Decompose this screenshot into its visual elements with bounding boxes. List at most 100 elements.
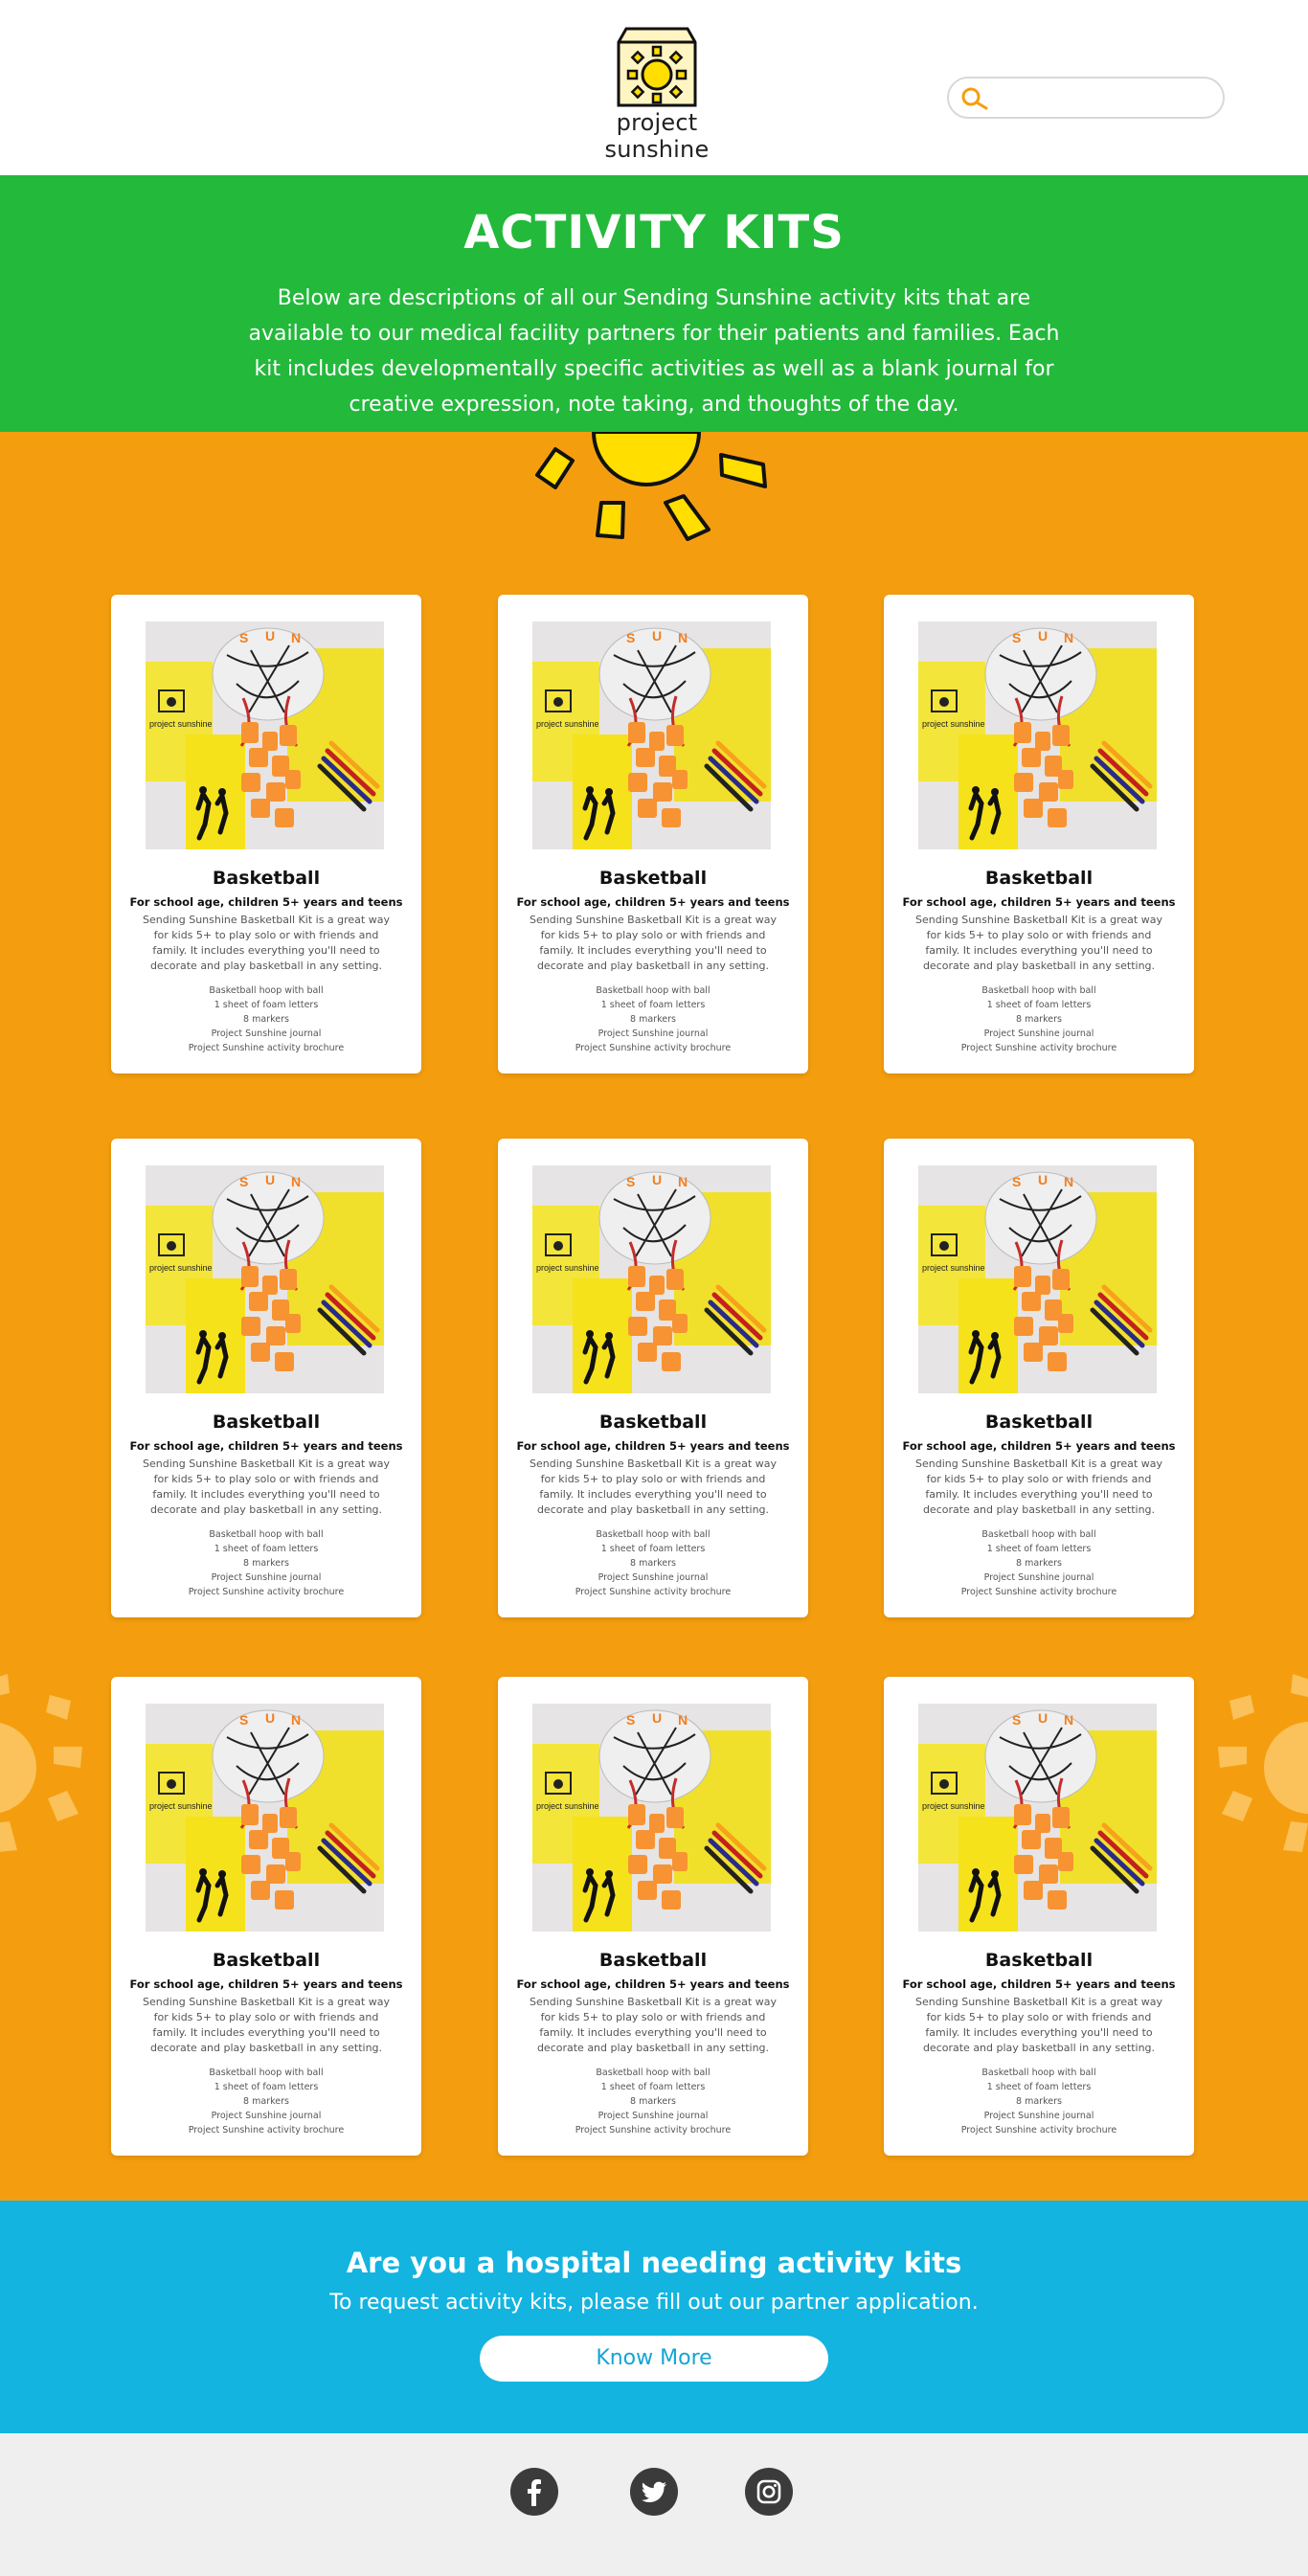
svg-text:U: U [1038, 1172, 1048, 1187]
kit-content-item: Basketball hoop with ball [596, 1529, 710, 1540]
kit-content-item: Project Sunshine journal [983, 2111, 1094, 2121]
kit-description: Sending Sunshine Basketball Kit is a gre… [143, 1457, 390, 1516]
basketball-kit-photo: S U N project sunshine [146, 1704, 384, 1932]
kit-description: Sending Sunshine Basketball Kit is a gre… [915, 914, 1162, 972]
sunshine-box-logo-icon [617, 27, 697, 107]
kit-image: S U N project sunshine [532, 621, 771, 849]
kit-card[interactable]: S U N project sunshine Basketball For sc… [498, 1139, 808, 1617]
sun-decoration-icon [535, 432, 767, 541]
svg-text:S: S [239, 1174, 248, 1189]
kit-audience: For school age, children 5+ years and te… [516, 895, 790, 909]
kit-title: Basketball [984, 868, 1094, 889]
kit-card[interactable]: S U N project sunshine Basketball For sc… [884, 1677, 1194, 2156]
kit-audience: For school age, children 5+ years and te… [129, 1977, 403, 1991]
svg-text:S: S [239, 630, 248, 645]
kits-section: S U N project sunshine Basketball For sc… [0, 432, 1308, 2201]
kit-content-item: 8 markers [1016, 1558, 1062, 1569]
facebook-icon [528, 2479, 541, 2506]
kit-contents-list: Basketball hoop with ball 1 sheet of foam… [111, 2066, 421, 2137]
instagram-icon [756, 2479, 781, 2504]
kit-content-item: 8 markers [630, 1558, 676, 1569]
kit-card[interactable]: S U N project sunshine Basketball For sc… [498, 595, 808, 1073]
kit-image: S U N project sunshine [918, 1704, 1157, 1932]
kit-content-item: Project Sunshine activity brochure [960, 1043, 1117, 1053]
svg-text:project sunshine: project sunshine [536, 1263, 599, 1273]
site-logo[interactable]: project sunshine [566, 27, 748, 163]
kit-description: Sending Sunshine Basketball Kit is a gre… [915, 1996, 1162, 2054]
svg-text:U: U [1038, 628, 1048, 644]
kit-content-item: 1 sheet of foam letters [986, 1544, 1092, 1554]
kit-card[interactable]: S U N project sunshine Basketball For sc… [498, 1677, 808, 2156]
instagram-link[interactable] [745, 2468, 793, 2516]
facebook-link[interactable] [510, 2468, 558, 2516]
svg-text:project sunshine: project sunshine [149, 1263, 213, 1273]
kit-content-item: Project Sunshine activity brochure [575, 2125, 732, 2135]
kit-content-item: Basketball hoop with ball [981, 985, 1096, 996]
cta-title: Are you a hospital needing activity kits [346, 2247, 962, 2279]
kit-content-item: 8 markers [1016, 1014, 1062, 1025]
sun-decoration-left-icon [0, 1674, 82, 1852]
kit-audience: For school age, children 5+ years and te… [902, 895, 1176, 909]
basketball-kit-photo: S U N project sunshine [918, 1704, 1157, 1932]
kit-content-item: Basketball hoop with ball [981, 2068, 1096, 2078]
kit-description: Sending Sunshine Basketball Kit is a gre… [530, 1996, 777, 2054]
kit-content-item: Project Sunshine activity brochure [188, 2125, 345, 2135]
kit-content-item: 1 sheet of foam letters [600, 2082, 706, 2092]
svg-text:N: N [1064, 630, 1073, 645]
basketball-kit-photo: S U N project sunshine [532, 1165, 771, 1393]
svg-text:S: S [1012, 1712, 1021, 1728]
kit-card[interactable]: S U N project sunshine Basketball For sc… [884, 595, 1194, 1073]
search-icon[interactable] [960, 86, 989, 111]
kit-content-item: Project Sunshine journal [983, 1028, 1094, 1039]
kit-description: Sending Sunshine Basketball Kit is a gre… [915, 1457, 1162, 1516]
svg-text:project sunshine: project sunshine [149, 1801, 213, 1811]
kit-card[interactable]: S U N project sunshine Basketball For sc… [111, 1139, 421, 1617]
cta-subtitle: To request activity kits, please fill ou… [329, 2291, 979, 2315]
kit-title: Basketball [984, 1412, 1094, 1433]
know-more-button[interactable]: Know More [480, 2336, 828, 2382]
kit-image: S U N project sunshine [532, 1165, 771, 1393]
svg-text:project sunshine: project sunshine [922, 1263, 985, 1273]
kit-content-item: Basketball hoop with ball [209, 985, 324, 996]
kit-image: S U N project sunshine [146, 1165, 384, 1393]
kit-card[interactable]: S U N project sunshine Basketball For sc… [111, 1677, 421, 2156]
kit-content-item: 1 sheet of foam letters [986, 1000, 1092, 1010]
kit-image: S U N project sunshine [532, 1704, 771, 1932]
svg-text:project sunshine: project sunshine [149, 719, 213, 729]
kit-title: Basketball [212, 868, 321, 889]
kit-card[interactable]: S U N project sunshine Basketball For sc… [111, 595, 421, 1073]
kit-contents-list: Basketball hoop with ball 1 sheet of foam… [884, 2066, 1194, 2137]
svg-text:S: S [626, 1712, 635, 1728]
kit-contents-list: Basketball hoop with ball 1 sheet of foam… [498, 983, 808, 1055]
svg-text:N: N [291, 630, 301, 645]
svg-text:U: U [652, 1710, 662, 1726]
kit-content-item: 8 markers [630, 1014, 676, 1025]
kit-content-item: Project Sunshine journal [211, 1572, 322, 1583]
svg-text:S: S [626, 1174, 635, 1189]
kit-contents-list: Basketball hoop with ball 1 sheet of foam… [498, 1527, 808, 1599]
kit-content-item: 1 sheet of foam letters [600, 1000, 706, 1010]
hero-description: Below are descriptions of all our Sendin… [248, 286, 1060, 417]
kit-content-item: Basketball hoop with ball [596, 985, 710, 996]
kit-image: S U N project sunshine [918, 621, 1157, 849]
site-footer [0, 2433, 1308, 2576]
kit-audience: For school age, children 5+ years and te… [902, 1439, 1176, 1453]
svg-text:N: N [291, 1712, 301, 1728]
kit-content-item: Project Sunshine activity brochure [188, 1587, 345, 1597]
kit-audience: For school age, children 5+ years and te… [902, 1977, 1176, 1991]
kit-audience: For school age, children 5+ years and te… [129, 895, 403, 909]
kit-contents-list: Basketball hoop with ball 1 sheet of foam… [884, 983, 1194, 1055]
svg-text:S: S [239, 1712, 248, 1728]
kit-content-item: 8 markers [243, 2096, 289, 2107]
kit-contents-list: Basketball hoop with ball 1 sheet of foam… [884, 1527, 1194, 1599]
svg-text:project sunshine: project sunshine [922, 1801, 985, 1811]
kit-content-item: Basketball hoop with ball [209, 2068, 324, 2078]
svg-text:U: U [265, 1710, 275, 1726]
kit-content-item: Basketball hoop with ball [596, 2068, 710, 2078]
kit-contents-list: Basketball hoop with ball 1 sheet of foam… [111, 1527, 421, 1599]
search-box[interactable] [947, 77, 1225, 119]
twitter-link[interactable] [630, 2468, 678, 2516]
kit-content-item: Project Sunshine activity brochure [575, 1587, 732, 1597]
search-input[interactable] [993, 84, 1213, 111]
kit-card[interactable]: S U N project sunshine Basketball For sc… [884, 1139, 1194, 1617]
